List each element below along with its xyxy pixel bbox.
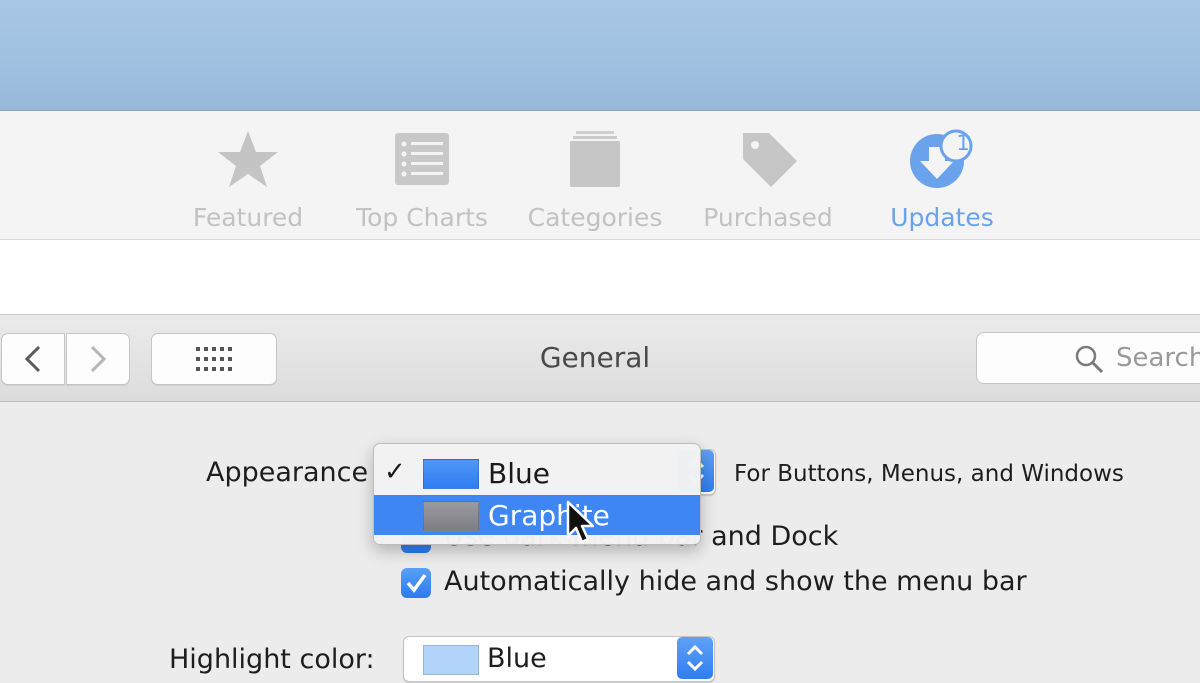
blue-swatch bbox=[423, 459, 479, 489]
highlight-value: Blue bbox=[487, 643, 547, 674]
highlight-label: Highlight color: bbox=[169, 644, 375, 675]
tag-icon bbox=[733, 129, 803, 191]
tab-label: Categories bbox=[527, 203, 663, 232]
menu-item-label: Blue bbox=[488, 457, 550, 490]
grid-icon bbox=[196, 347, 232, 371]
checkmark-icon bbox=[406, 573, 427, 593]
show-all-button[interactable] bbox=[151, 333, 277, 385]
graphite-swatch bbox=[423, 501, 479, 531]
desktop-background bbox=[0, 0, 1200, 111]
menu-item-blue[interactable]: ✓ Blue bbox=[374, 453, 700, 493]
back-button[interactable] bbox=[1, 333, 65, 385]
appearance-label: Appearance bbox=[206, 457, 369, 488]
tab-label: Purchased bbox=[703, 203, 833, 232]
chevron-right-icon bbox=[90, 345, 107, 373]
tab-updates[interactable]: 1 Updates bbox=[857, 129, 1027, 239]
autohide-checkbox[interactable] bbox=[401, 568, 431, 598]
list-icon bbox=[387, 129, 457, 191]
highlight-swatch bbox=[423, 645, 479, 675]
tab-featured[interactable]: Featured bbox=[163, 129, 333, 239]
content-strip bbox=[0, 240, 1200, 315]
chevron-updown-icon bbox=[686, 644, 704, 672]
autohide-label: Automatically hide and show the menu bar bbox=[444, 566, 1027, 597]
checkmark-icon: ✓ bbox=[384, 457, 406, 487]
tab-top-charts[interactable]: Top Charts bbox=[337, 129, 507, 239]
tab-label: Updates bbox=[890, 203, 994, 232]
tab-label: Featured bbox=[192, 203, 304, 232]
window-title: General bbox=[539, 341, 651, 374]
tab-purchased[interactable]: Purchased bbox=[683, 129, 853, 239]
tab-categories[interactable]: Categories bbox=[510, 129, 680, 239]
star-icon bbox=[213, 129, 283, 191]
stack-icon bbox=[560, 129, 630, 191]
tab-label: Top Charts bbox=[356, 203, 488, 232]
cursor-arrow-icon bbox=[566, 500, 595, 544]
chevron-left-icon bbox=[24, 345, 41, 373]
appstore-toolbar: Featured Top Charts Categories Purchased… bbox=[0, 111, 1200, 240]
search-placeholder: Search bbox=[1116, 343, 1200, 373]
update-count-badge: 1 bbox=[956, 131, 970, 155]
search-icon bbox=[1075, 345, 1104, 374]
highlight-stepper[interactable] bbox=[677, 637, 713, 679]
forward-button[interactable] bbox=[66, 333, 130, 385]
appearance-menu: ✓ Blue Graphite bbox=[373, 443, 701, 545]
menu-item-graphite[interactable]: Graphite bbox=[374, 495, 700, 535]
appearance-note: For Buttons, Menus, and Windows bbox=[734, 461, 1124, 487]
